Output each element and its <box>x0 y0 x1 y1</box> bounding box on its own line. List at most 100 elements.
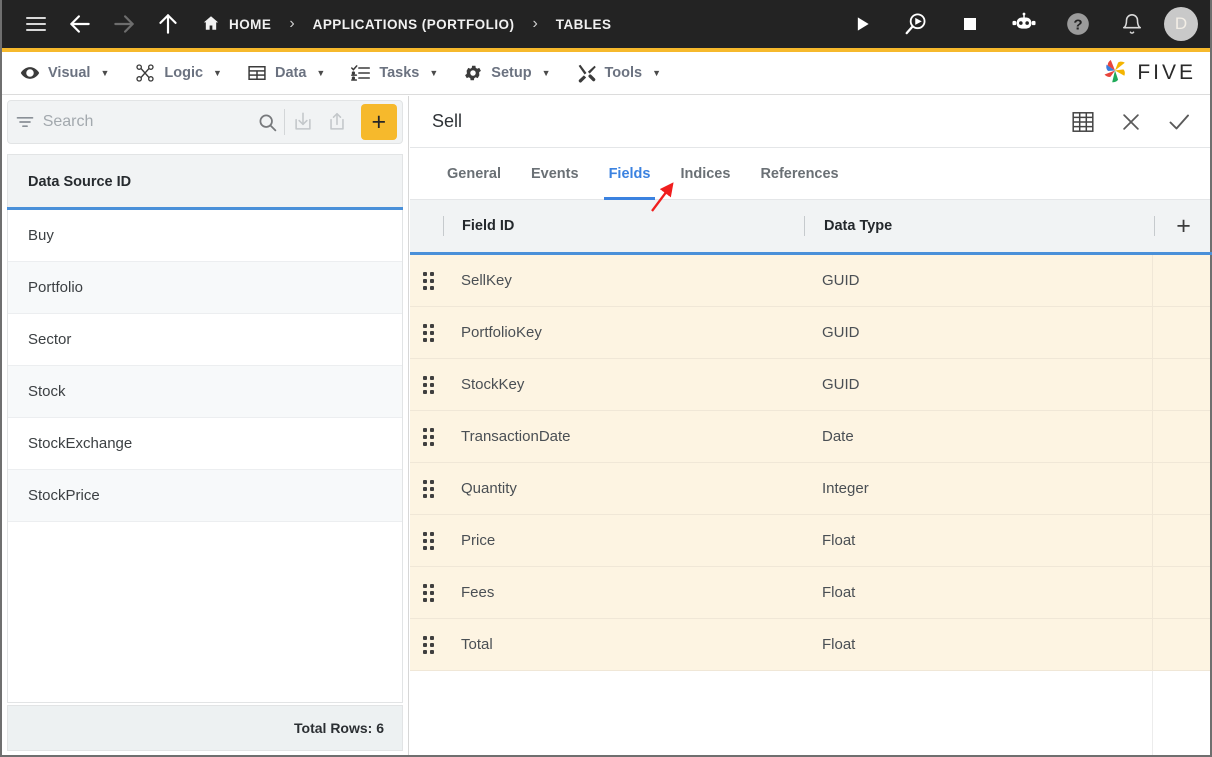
fields-grid: Field ID Data Type + SellKey GUID Portfo… <box>410 200 1212 755</box>
tab-indices[interactable]: Indices <box>665 148 745 200</box>
row-drag-handle[interactable] <box>410 271 443 290</box>
hamburger-menu-icon[interactable] <box>14 0 58 48</box>
menu-tools[interactable]: Tools ▼ <box>570 52 681 95</box>
menu-data[interactable]: Data ▼ <box>241 52 344 95</box>
cell-field-id[interactable]: Quantity <box>443 480 803 497</box>
cell-data-type[interactable]: Date <box>803 428 1152 445</box>
table-row[interactable]: StockKey GUID <box>410 359 1212 411</box>
search-icon[interactable] <box>250 100 285 144</box>
column-header-data-type[interactable]: Data Type <box>805 218 1154 234</box>
add-data-source-button[interactable]: + <box>360 104 398 140</box>
row-action-cell[interactable] <box>1152 619 1212 670</box>
add-field-button[interactable]: + <box>1176 213 1191 239</box>
data-source-list[interactable]: Buy Portfolio Sector Stock StockExchange… <box>7 210 403 703</box>
cell-field-id[interactable]: Price <box>443 532 803 549</box>
import-download-icon[interactable] <box>285 100 320 144</box>
table-row[interactable]: PortfolioKey GUID <box>410 307 1212 359</box>
export-upload-icon[interactable] <box>320 100 355 144</box>
tab-general[interactable]: General <box>432 148 516 200</box>
cell-field-id[interactable]: SellKey <box>443 272 803 289</box>
debug-icon[interactable] <box>894 0 938 48</box>
row-action-cell[interactable] <box>1152 567 1212 618</box>
add-field-column[interactable]: + <box>1155 213 1212 239</box>
help-icon[interactable]: ? <box>1056 0 1100 48</box>
top-bar-left-group: HOME › APPLICATIONS (PORTFOLIO) › TABLES <box>0 0 613 48</box>
top-navigation-bar: HOME › APPLICATIONS (PORTFOLIO) › TABLES <box>0 0 1212 48</box>
cell-data-type[interactable]: Integer <box>803 480 1152 497</box>
menu-logic[interactable]: Logic ▼ <box>128 52 241 95</box>
list-item-label: Buy <box>28 227 54 244</box>
table-row[interactable]: TransactionDate Date <box>410 411 1212 463</box>
breadcrumb-item-home[interactable]: HOME <box>200 14 273 35</box>
list-item[interactable]: Portfolio <box>8 262 402 314</box>
table-row[interactable]: Price Float <box>410 515 1212 567</box>
cell-data-type[interactable]: Float <box>803 532 1152 549</box>
menu-tasks-label: Tasks <box>379 65 420 81</box>
row-action-cell[interactable] <box>1152 411 1212 462</box>
back-arrow-icon[interactable] <box>58 0 102 48</box>
row-drag-handle[interactable] <box>410 427 443 446</box>
row-drag-handle[interactable] <box>410 583 443 602</box>
cell-field-id[interactable]: StockKey <box>443 376 803 393</box>
table-row[interactable]: Fees Float <box>410 567 1212 619</box>
menu-visual[interactable]: Visual ▼ <box>14 52 128 95</box>
row-action-cell[interactable] <box>1152 463 1212 514</box>
cell-data-type[interactable]: GUID <box>803 272 1152 289</box>
avatar[interactable]: D <box>1164 7 1198 41</box>
list-item[interactable]: Buy <box>8 210 402 262</box>
breadcrumb-item-tables[interactable]: TABLES <box>554 17 614 32</box>
list-item-label: Sector <box>28 331 72 348</box>
forward-arrow-icon[interactable] <box>102 0 146 48</box>
column-header-field-id[interactable]: Field ID <box>444 218 804 234</box>
row-action-cell[interactable] <box>1152 255 1212 306</box>
data-source-list-header: Data Source ID <box>7 154 403 208</box>
row-action-cell[interactable] <box>1152 359 1212 410</box>
cell-field-id[interactable]: TransactionDate <box>443 428 803 445</box>
list-item-label: StockPrice <box>28 487 100 504</box>
list-item[interactable]: StockExchange <box>8 418 402 470</box>
search-input[interactable] <box>42 113 250 131</box>
notifications-bell-icon[interactable] <box>1110 0 1154 48</box>
list-item[interactable]: Sector <box>8 314 402 366</box>
drag-handle-icon <box>423 323 443 342</box>
run-icon[interactable] <box>840 0 884 48</box>
cell-field-id[interactable]: Fees <box>443 584 803 601</box>
row-action-cell[interactable] <box>1152 515 1212 566</box>
row-drag-handle[interactable] <box>410 635 443 654</box>
tab-indices-label: Indices <box>680 165 731 182</box>
flow-nodes-icon <box>134 63 156 83</box>
row-drag-handle[interactable] <box>410 323 443 342</box>
chatbot-icon[interactable] <box>1002 0 1046 48</box>
up-arrow-icon[interactable] <box>146 0 190 48</box>
table-icon <box>247 63 267 83</box>
cell-data-type[interactable]: GUID <box>803 376 1152 393</box>
home-icon <box>202 14 220 35</box>
list-item[interactable]: Stock <box>8 366 402 418</box>
table-row[interactable]: Total Float <box>410 619 1212 671</box>
table-row[interactable]: Quantity Integer <box>410 463 1212 515</box>
editor-tabs: General Events Fields Indices References <box>410 148 1212 200</box>
row-drag-handle[interactable] <box>410 479 443 498</box>
menu-tasks[interactable]: Tasks ▼ <box>344 52 457 95</box>
menu-setup[interactable]: Setup ▼ <box>457 52 569 95</box>
cell-data-type[interactable]: Float <box>803 636 1152 653</box>
tab-references[interactable]: References <box>745 148 853 200</box>
cell-field-id[interactable]: Total <box>443 636 803 653</box>
row-drag-handle[interactable] <box>410 531 443 550</box>
confirm-check-icon[interactable] <box>1162 105 1196 139</box>
row-drag-handle[interactable] <box>410 375 443 394</box>
chevron-down-icon: ▼ <box>100 68 110 78</box>
tab-fields[interactable]: Fields <box>594 148 666 200</box>
list-item[interactable]: StockPrice <box>8 470 402 522</box>
grid-view-icon[interactable] <box>1066 105 1100 139</box>
table-row[interactable]: SellKey GUID <box>410 255 1212 307</box>
row-action-cell[interactable] <box>1152 307 1212 358</box>
cell-field-id[interactable]: PortfolioKey <box>443 324 803 341</box>
filter-icon[interactable] <box>8 112 43 132</box>
close-icon[interactable] <box>1114 105 1148 139</box>
cell-data-type[interactable]: Float <box>803 584 1152 601</box>
stop-icon[interactable] <box>948 0 992 48</box>
breadcrumb-item-applications[interactable]: APPLICATIONS (PORTFOLIO) <box>311 17 517 32</box>
cell-data-type[interactable]: GUID <box>803 324 1152 341</box>
tab-events[interactable]: Events <box>516 148 594 200</box>
